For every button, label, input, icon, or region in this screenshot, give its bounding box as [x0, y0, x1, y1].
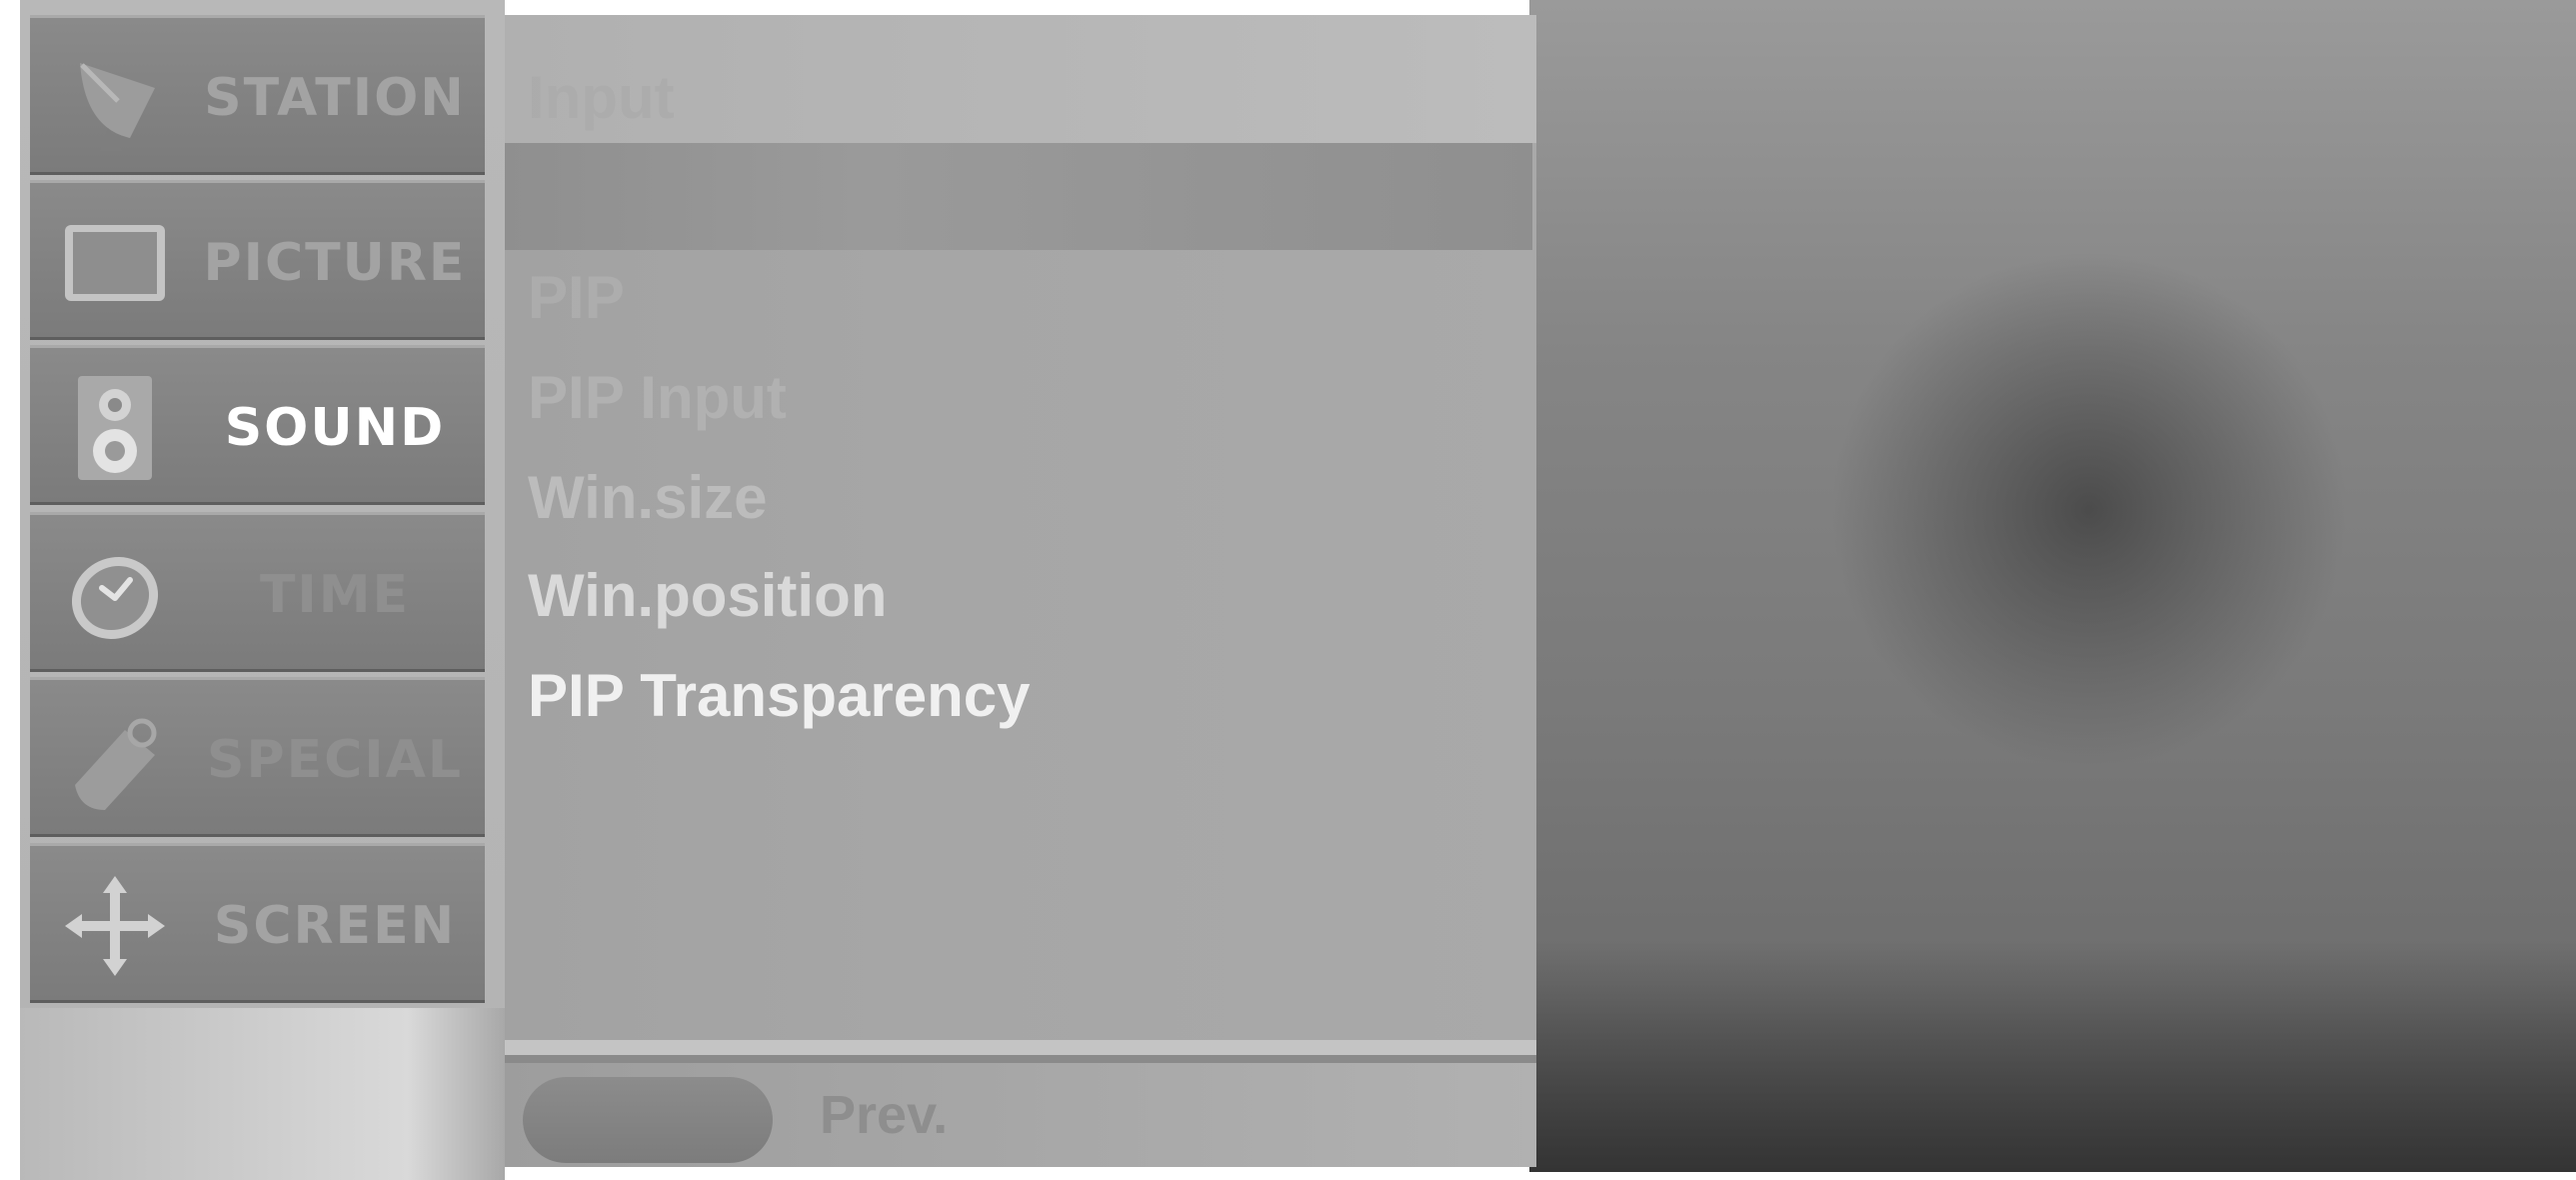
footer-hint-bar: Prev. — [505, 1055, 1536, 1167]
satellite-dish-icon — [80, 63, 155, 151]
tab-time[interactable]: TIME — [30, 512, 485, 672]
tab-sound[interactable]: SOUND — [30, 345, 485, 505]
tab-label: STATION — [204, 68, 466, 128]
tv-osd-screen: STATION PICTURE SOUND TIME SPECIAL SCREE… — [0, 0, 2576, 1180]
menu-item-pip[interactable]: PIP — [528, 262, 625, 334]
tag-icon — [75, 718, 157, 810]
tab-label: PICTURE — [203, 233, 467, 293]
sidebar-bottom-fade — [20, 1008, 505, 1180]
tab-label: TIME — [259, 565, 411, 625]
move-arrows-icon — [65, 876, 165, 976]
menu-item-win-size[interactable]: Win.size — [528, 462, 768, 534]
tab-picture[interactable]: PICTURE — [30, 180, 485, 340]
menu-item-win-position[interactable]: Win.position — [528, 560, 887, 632]
panel-divider — [505, 1040, 1536, 1055]
menu-item-pip-input[interactable]: PIP Input — [528, 362, 787, 434]
prev-button-pill[interactable] — [523, 1077, 773, 1163]
tab-screen[interactable]: SCREEN — [30, 843, 485, 1003]
tab-label: SOUND — [224, 398, 446, 458]
tab-label: SPECIAL — [207, 730, 463, 790]
speaker-icon — [78, 376, 152, 480]
prev-label: Prev. — [820, 1085, 949, 1145]
tab-station[interactable]: STATION — [30, 15, 485, 175]
tv-picture-background — [1529, 0, 2576, 1172]
monitor-icon — [65, 225, 165, 301]
clock-icon — [71, 556, 159, 640]
submenu-selection-highlight — [505, 143, 1532, 250]
menu-item-pip-transparency[interactable]: PIP Transparency — [528, 660, 1031, 732]
submenu-header: Input — [528, 64, 675, 131]
tab-special[interactable]: SPECIAL — [30, 677, 485, 837]
tab-label: SCREEN — [213, 896, 457, 956]
